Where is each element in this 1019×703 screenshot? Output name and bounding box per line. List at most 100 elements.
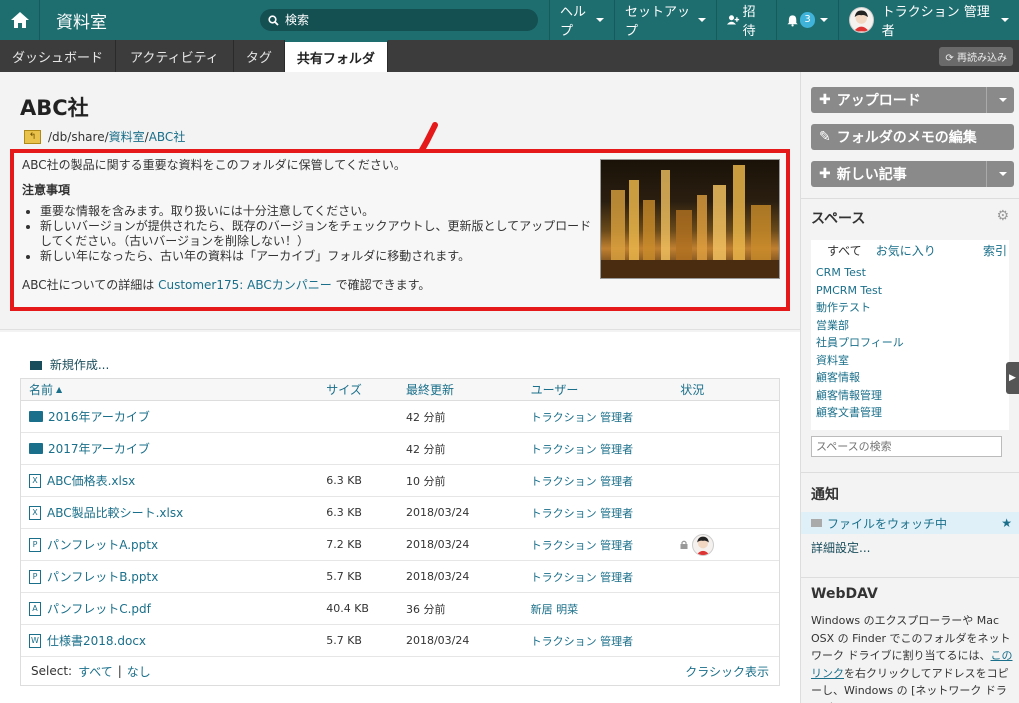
gear-icon[interactable]: ⚙ — [996, 208, 1009, 224]
space-link[interactable]: CRM Test — [816, 264, 1009, 282]
refresh-icon: ⟳ — [945, 53, 954, 64]
user-name: トラクション 管理者 — [881, 5, 990, 39]
word-file-icon: W — [29, 633, 41, 648]
column-user-header[interactable]: ユーザー — [531, 381, 681, 398]
detail-settings-link[interactable]: 詳細設定... — [811, 539, 870, 556]
home-button[interactable] — [0, 0, 40, 40]
file-user-link[interactable]: トラクション 管理者 — [531, 507, 634, 520]
column-name-header[interactable]: 名前 ▲ — [21, 381, 326, 398]
home-icon — [10, 12, 29, 28]
file-name-link[interactable]: 仕様書2018.docx — [47, 632, 146, 649]
tab-tags[interactable]: タグ — [234, 40, 285, 72]
tab-dashboard[interactable]: ダッシュボード — [0, 40, 117, 72]
watch-item[interactable]: ファイルをウォッチ中 ★ — [801, 512, 1019, 534]
sidebar-collapse-handle[interactable]: ▶ — [1006, 362, 1019, 394]
spaces-tabs: すべて お気に入り — [811, 242, 942, 262]
breadcrumb-link-folder[interactable]: ABC社 — [149, 128, 186, 145]
file-user-link[interactable]: トラクション 管理者 — [531, 539, 634, 552]
new-article-button[interactable]: ✚ 新しい記事 — [811, 161, 1014, 187]
memo-bullets: 重要な情報を含みます。取り扱いには十分注意してください。 新しいバージョンが提供… — [40, 204, 600, 264]
notifications-title: 通知 — [811, 487, 839, 503]
star-icon[interactable]: ★ — [1001, 516, 1012, 530]
file-table: 名前 ▲ サイズ 最終更新 ユーザー 状況 2016年アーカイブ 42 分前 トラ… — [20, 378, 780, 686]
setup-menu[interactable]: セットアップ — [614, 0, 716, 40]
file-user-link[interactable]: 新居 明菜 — [531, 603, 579, 616]
space-link[interactable]: 顧客情報管理 — [816, 387, 1009, 405]
file-user-link[interactable]: トラクション 管理者 — [531, 443, 634, 456]
notifications-menu[interactable]: 3 — [776, 0, 838, 40]
notification-count-badge: 3 — [800, 12, 815, 28]
index-link[interactable]: 索引 — [983, 242, 1007, 259]
new-button[interactable]: 新規作成... — [30, 356, 109, 373]
avatar — [849, 7, 874, 33]
tab-activity[interactable]: アクティビティ — [116, 40, 234, 72]
plus-icon: ✚ — [819, 166, 831, 182]
plus-icon: ✚ — [819, 92, 831, 108]
table-row: X ABC製品比較シート.xlsx 6.3 KB 2018/03/24 トラクショ… — [21, 497, 779, 529]
upload-label: アップロード — [836, 93, 921, 109]
reload-label: 再読み込み — [957, 53, 1007, 64]
new-article-dropdown-toggle[interactable] — [986, 161, 1014, 187]
select-all-link[interactable]: すべて — [78, 663, 113, 680]
sort-asc-icon: ▲ — [56, 385, 63, 394]
file-user-link[interactable]: トラクション 管理者 — [531, 635, 634, 648]
memo-more-prefix: ABC社についての詳細は — [22, 278, 159, 292]
column-updated-header[interactable]: 最終更新 — [406, 381, 531, 398]
file-updated: 2018/03/24 — [405, 538, 470, 551]
space-link[interactable]: 営業部 — [816, 317, 1009, 335]
edit-memo-button[interactable]: ✎ フォルダのメモの編集 — [811, 124, 1014, 150]
help-menu[interactable]: ヘルプ — [549, 0, 614, 40]
file-name-link[interactable]: ABC価格表.xlsx — [47, 472, 135, 489]
invite-label: 招待 — [742, 5, 756, 39]
classic-view-link[interactable]: クラシック表示 — [685, 663, 769, 680]
space-link[interactable]: PMCRM Test — [816, 282, 1009, 300]
column-size-header[interactable]: サイズ — [326, 381, 406, 398]
upload-button[interactable]: ✚ アップロード — [811, 87, 1014, 113]
tab-all-spaces[interactable]: すべて — [819, 242, 870, 262]
tab-favorite-spaces[interactable]: お気に入り — [870, 242, 942, 262]
pencil-icon: ✎ — [819, 129, 831, 145]
user-menu[interactable]: トラクション 管理者 — [838, 0, 1019, 40]
file-name-link[interactable]: ABC製品比較シート.xlsx — [47, 504, 183, 521]
file-name-link[interactable]: 2017年アーカイブ — [48, 440, 150, 457]
invite-button[interactable]: 招待 — [716, 0, 776, 40]
app-title: 資料室 — [56, 12, 107, 33]
space-search-input[interactable] — [811, 436, 1002, 457]
search-input[interactable] — [285, 13, 525, 27]
chevron-down-icon — [820, 18, 828, 22]
upload-dropdown-toggle[interactable] — [986, 87, 1014, 113]
select-none-link[interactable]: なし — [127, 663, 151, 680]
file-updated: 42 分前 — [405, 442, 446, 456]
space-link[interactable]: 資料室 — [816, 352, 1009, 370]
excel-file-icon: X — [29, 473, 41, 488]
folder-up-icon[interactable]: ↰ — [24, 129, 41, 144]
new-label: 新規作成... — [49, 358, 110, 372]
file-name-link[interactable]: パンフレットC.pdf — [47, 600, 151, 617]
space-link[interactable]: 顧客文書管理 — [816, 404, 1009, 422]
customer-link[interactable]: Customer175: ABCカンパニー — [158, 278, 332, 292]
chevron-down-icon — [999, 98, 1007, 102]
table-footer: Select: すべて | なし クラシック表示 — [21, 657, 779, 685]
file-name-link[interactable]: パンフレットB.pptx — [47, 568, 158, 585]
file-name-link[interactable]: 2016年アーカイブ — [48, 408, 150, 425]
top-navbar: 資料室 ヘルプ セットアップ 招待 3 トラクション 管理者 — [0, 0, 1019, 40]
space-link[interactable]: 社員プロフィール — [816, 334, 1009, 352]
chevron-down-icon — [698, 18, 706, 22]
file-user-link[interactable]: トラクション 管理者 — [531, 475, 634, 488]
breadcrumb-link-space[interactable]: 資料室 — [109, 128, 145, 145]
separator: | — [117, 664, 122, 678]
divider — [801, 472, 1019, 473]
setup-label: セットアップ — [625, 5, 691, 39]
file-user-link[interactable]: トラクション 管理者 — [531, 571, 634, 584]
folder-header: ABC社 ↰ /db/share/ 資料室 / ABC社 ABC社の製品に関する… — [0, 72, 800, 330]
file-updated: 42 分前 — [405, 410, 446, 424]
reload-button[interactable]: ⟳ 再読み込み — [939, 47, 1013, 66]
tab-shared-folders[interactable]: 共有フォルダ — [284, 40, 388, 72]
search-box[interactable] — [260, 9, 538, 31]
space-link[interactable]: 顧客情報 — [816, 369, 1009, 387]
avatar[interactable] — [692, 533, 715, 556]
file-user-link[interactable]: トラクション 管理者 — [531, 411, 634, 424]
main-content: ABC社 ↰ /db/share/ 資料室 / ABC社 ABC社の製品に関する… — [0, 72, 800, 703]
space-link[interactable]: 動作テスト — [816, 299, 1009, 317]
file-name-link[interactable]: パンフレットA.pptx — [47, 536, 158, 553]
